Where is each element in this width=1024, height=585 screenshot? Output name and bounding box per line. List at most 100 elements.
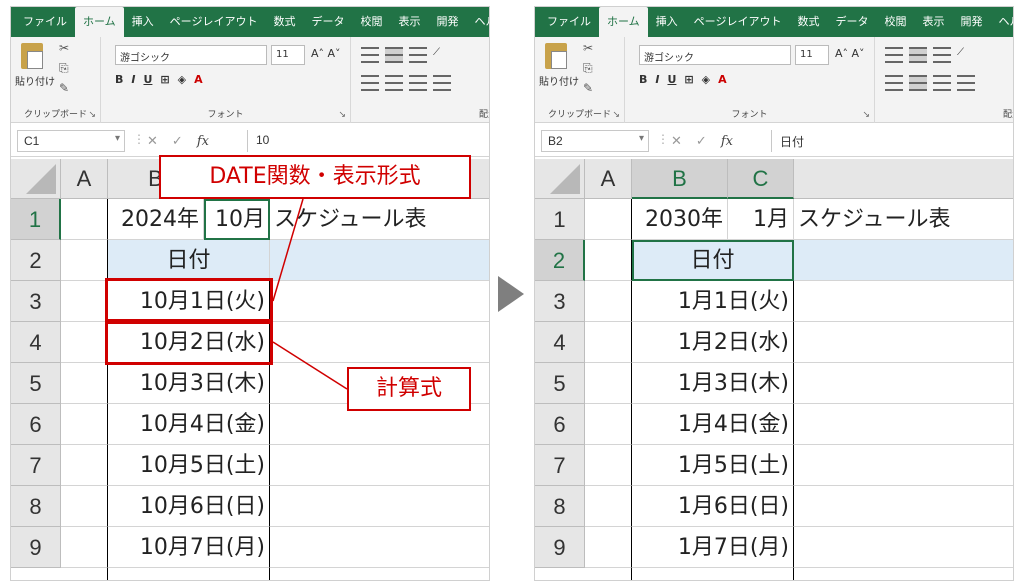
insert-function-icon[interactable]: fx (197, 134, 209, 149)
dialog-launcher-icon[interactable]: ↘ (338, 110, 346, 120)
cell-a1[interactable] (585, 199, 632, 240)
cell-a10[interactable] (585, 568, 632, 580)
font-color-icon[interactable]: A (718, 73, 727, 86)
paste-button[interactable]: 貼り付け (15, 73, 55, 88)
column-header-a[interactable]: A (61, 159, 108, 199)
cell-b2[interactable]: 日付 (108, 240, 270, 281)
row-header-1[interactable]: 1 (535, 199, 585, 240)
cell-a3[interactable] (585, 281, 632, 322)
orientation-icon[interactable]: ⟋ (433, 47, 440, 63)
enter-icon[interactable]: ✓ (696, 133, 707, 149)
dialog-launcher-icon[interactable]: ↘ (612, 110, 620, 120)
cell-d1[interactable]: スケジュール表 (270, 199, 489, 240)
row-header-7[interactable]: 7 (535, 445, 585, 486)
tab-home[interactable]: ホーム (599, 7, 648, 37)
row-header-2[interactable]: 2 (535, 240, 585, 281)
cancel-icon[interactable]: ✕ (147, 133, 158, 149)
tab-help[interactable]: ヘルプ (990, 7, 1013, 37)
tab-page-layout[interactable]: ページレイアウト (686, 7, 790, 37)
format-painter-icon[interactable]: ✎ (59, 81, 69, 95)
paste-button[interactable]: 貼り付け (539, 73, 579, 88)
row-header-2[interactable]: 2 (11, 240, 61, 281)
tab-insert[interactable]: 挿入 (648, 7, 686, 37)
cell-b10[interactable] (108, 568, 270, 580)
cell-b5[interactable]: 1月3日(木) (632, 363, 794, 404)
indent-icon[interactable] (957, 75, 975, 91)
cell-a3[interactable] (61, 281, 108, 322)
cell-d7[interactable] (270, 445, 489, 486)
paste-icon[interactable] (21, 43, 43, 69)
row-header-7[interactable]: 7 (11, 445, 61, 486)
font-name-select[interactable]: 游ゴシック (639, 45, 791, 65)
cell-b3[interactable]: 1月1日(火) (632, 281, 794, 322)
tab-page-layout[interactable]: ページレイアウト (162, 7, 266, 37)
orientation-icon[interactable]: ⟋ (957, 47, 964, 63)
font-size-select[interactable]: 11 (795, 45, 829, 65)
enter-icon[interactable]: ✓ (172, 133, 183, 149)
column-header-a[interactable]: A (585, 159, 632, 199)
cell-a6[interactable] (61, 404, 108, 445)
italic-button[interactable]: I (131, 73, 135, 86)
align-right-icon[interactable] (409, 75, 427, 91)
cell-d2[interactable] (270, 240, 489, 281)
border-icon[interactable]: ⊞ (160, 73, 169, 86)
dialog-launcher-icon[interactable]: ↘ (88, 110, 96, 120)
align-center-icon[interactable] (385, 75, 403, 91)
tab-home[interactable]: ホーム (75, 7, 124, 37)
fill-color-icon[interactable]: ◈ (702, 73, 710, 86)
cancel-icon[interactable]: ✕ (671, 133, 682, 149)
font-size-select[interactable]: 11 (271, 45, 305, 65)
font-grow-shrink-icon[interactable]: A˄ A˅ (835, 47, 865, 60)
align-left-icon[interactable] (885, 75, 903, 91)
cell-b6[interactable]: 10月4日(金) (108, 404, 270, 445)
row-header-3[interactable]: 3 (535, 281, 585, 322)
cell-d9[interactable] (270, 527, 489, 568)
cell-d5[interactable] (794, 363, 1013, 404)
cell-b6[interactable]: 1月4日(金) (632, 404, 794, 445)
cell-d3[interactable] (270, 281, 489, 322)
cell-b7[interactable]: 1月5日(土) (632, 445, 794, 486)
dialog-launcher-icon[interactable]: ↘ (862, 110, 870, 120)
format-painter-icon[interactable]: ✎ (583, 81, 593, 95)
cell-c1[interactable]: 10月 (204, 199, 270, 240)
formula-input[interactable]: 日付 (771, 130, 1013, 152)
cell-b7[interactable]: 10月5日(土) (108, 445, 270, 486)
cell-d8[interactable] (270, 486, 489, 527)
tab-data[interactable]: データ (303, 7, 352, 37)
insert-function-icon[interactable]: fx (721, 134, 733, 149)
align-right-icon[interactable] (933, 75, 951, 91)
indent-icon[interactable] (433, 75, 451, 91)
column-header-d[interactable] (794, 159, 1013, 199)
cell-a9[interactable] (585, 527, 632, 568)
cell-b8[interactable]: 1月6日(日) (632, 486, 794, 527)
cell-a1[interactable] (61, 199, 108, 240)
fill-color-icon[interactable]: ◈ (178, 73, 186, 86)
copy-icon[interactable]: ⎘ (59, 61, 69, 76)
tab-developer[interactable]: 開発 (428, 7, 466, 37)
cell-b8[interactable]: 10月6日(日) (108, 486, 270, 527)
cell-d9[interactable] (794, 527, 1013, 568)
bold-button[interactable]: B (115, 73, 123, 86)
tab-formulas[interactable]: 数式 (265, 7, 303, 37)
tab-file[interactable]: ファイル (15, 7, 75, 37)
border-icon[interactable]: ⊞ (684, 73, 693, 86)
font-color-icon[interactable]: A (194, 73, 203, 86)
cell-a7[interactable] (585, 445, 632, 486)
row-header-9[interactable]: 9 (535, 527, 585, 568)
row-header-5[interactable]: 5 (11, 363, 61, 404)
align-top-icon[interactable] (361, 47, 379, 63)
cell-a8[interactable] (585, 486, 632, 527)
cell-a7[interactable] (61, 445, 108, 486)
cell-b9[interactable]: 10月7日(月) (108, 527, 270, 568)
align-bottom-icon[interactable] (933, 47, 951, 63)
cell-a10[interactable] (61, 568, 108, 580)
font-name-select[interactable]: 游ゴシック (115, 45, 267, 65)
cell-d7[interactable] (794, 445, 1013, 486)
select-all-button[interactable] (535, 159, 585, 199)
tab-formulas[interactable]: 数式 (789, 7, 827, 37)
tab-view[interactable]: 表示 (390, 7, 428, 37)
select-all-button[interactable] (11, 159, 61, 199)
align-middle-icon[interactable] (385, 47, 403, 63)
cell-d6[interactable] (794, 404, 1013, 445)
tab-help[interactable]: ヘルプ (466, 7, 489, 37)
